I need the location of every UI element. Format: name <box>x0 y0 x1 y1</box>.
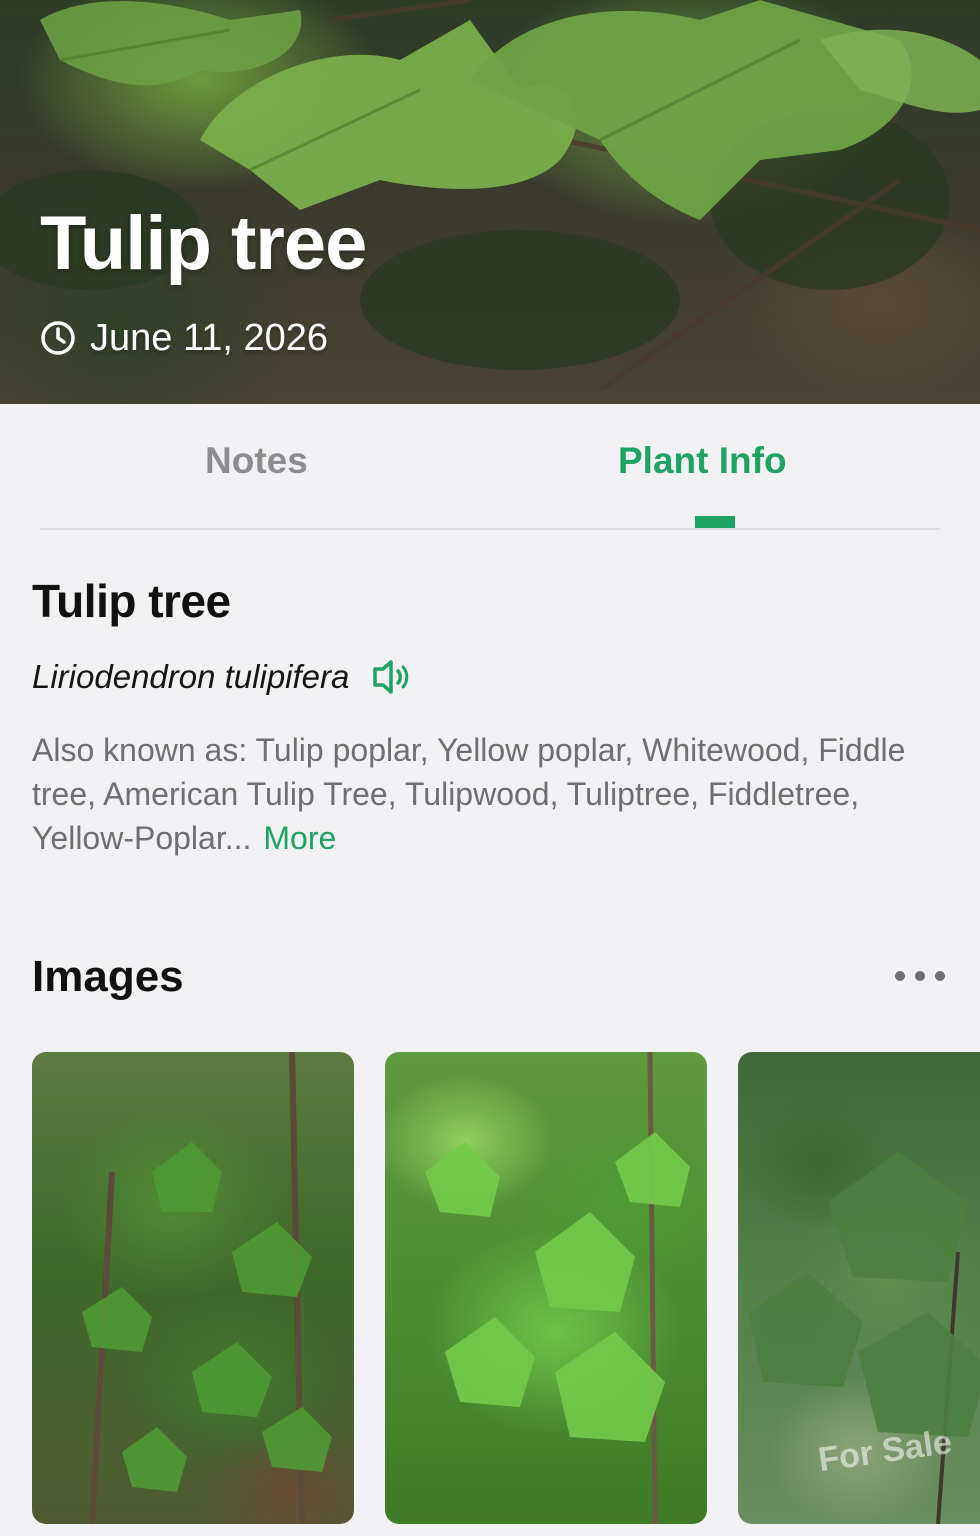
also-known-as: Also known as: Tulip poplar, Yellow popl… <box>32 728 962 860</box>
tab-plant-info[interactable]: Plant Info <box>618 440 787 482</box>
gallery-image-2[interactable] <box>385 1052 707 1524</box>
active-tab-indicator <box>695 516 735 528</box>
date-text: June 11, 2026 <box>90 316 329 359</box>
gallery-image-1[interactable] <box>32 1052 354 1524</box>
tree-photo-illustration <box>82 1052 332 1524</box>
tab-notes[interactable]: Notes <box>205 440 308 482</box>
gallery-image-3[interactable]: For Sale <box>738 1052 980 1524</box>
observation-date: June 11, 2026 <box>40 314 328 362</box>
hero-photo: Tulip tree June 11, 2026 <box>0 0 980 404</box>
also-known-as-text: Also known as: Tulip poplar, Yellow popl… <box>32 732 906 856</box>
scientific-name-row: Liriodendron tulipifera <box>32 656 411 698</box>
tab-bar: Notes Plant Info <box>40 404 940 530</box>
clock-icon <box>40 320 76 356</box>
speaker-icon[interactable] <box>371 659 411 695</box>
plant-common-name: Tulip tree <box>32 575 231 627</box>
images-section-title: Images <box>32 952 184 1001</box>
scientific-name: Liriodendron tulipifera <box>32 658 350 695</box>
more-dots-icon[interactable] <box>892 964 948 988</box>
page-title: Tulip tree <box>40 201 367 286</box>
more-link[interactable]: More <box>263 820 336 856</box>
sapling-photo-illustration <box>425 1052 690 1524</box>
